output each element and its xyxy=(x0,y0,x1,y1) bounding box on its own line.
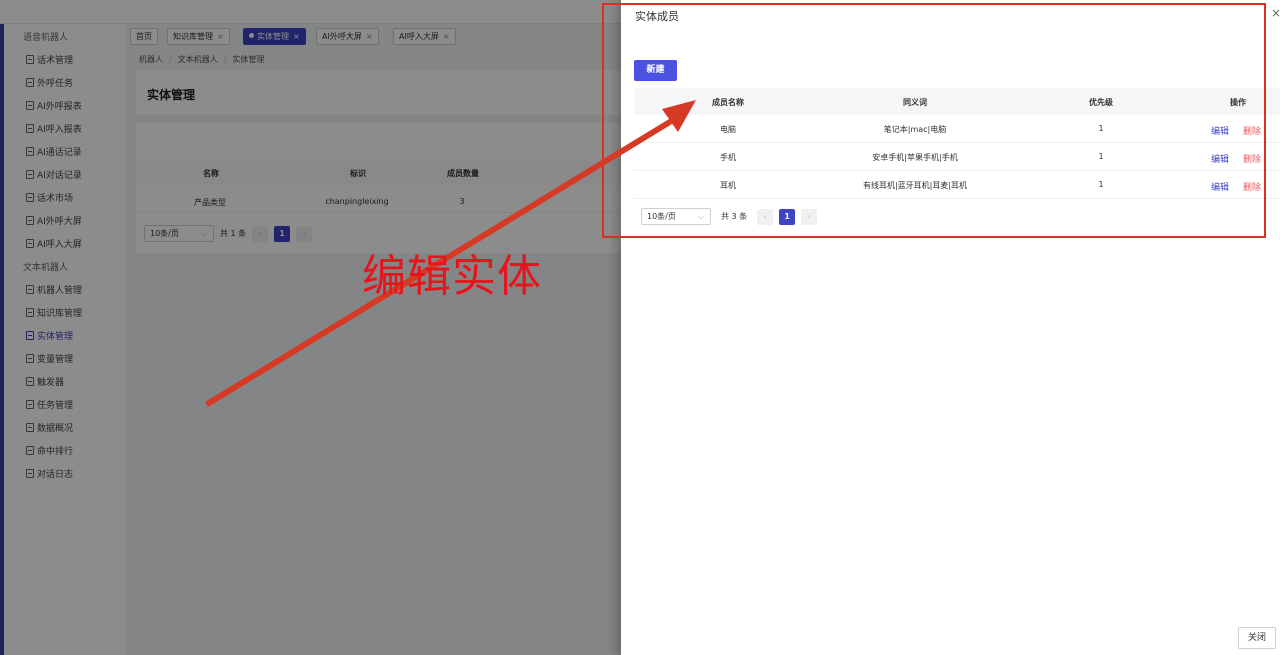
close-button[interactable]: 关闭 xyxy=(1238,627,1276,649)
delete-link[interactable]: 删除 xyxy=(1243,152,1261,165)
drawer-title: 实体成员 xyxy=(635,10,679,23)
edit-link[interactable]: 编辑 xyxy=(1211,152,1229,165)
table-row: 耳机 有线耳机|蓝牙耳机|耳麦|耳机 1 编辑 删除 xyxy=(634,171,1280,199)
cell-member-name: 手机 xyxy=(720,153,736,162)
column-header-actions: 操作 xyxy=(1230,98,1246,107)
close-icon[interactable]: × xyxy=(1271,6,1280,20)
column-header-priority: 优先级 xyxy=(1089,98,1113,107)
modal-overlay[interactable] xyxy=(0,0,621,655)
delete-link[interactable]: 删除 xyxy=(1243,124,1261,137)
table-row: 手机 安卓手机|苹果手机|手机 1 编辑 删除 xyxy=(634,143,1280,171)
page-size-select[interactable]: 10条/页 ⌵ xyxy=(641,208,711,225)
members-table-header: 成员名称 同义词 优先级 操作 xyxy=(634,88,1280,115)
cell-priority: 1 xyxy=(1098,152,1104,161)
total-count: 共 3 条 xyxy=(721,212,748,221)
edit-link[interactable]: 编辑 xyxy=(1211,124,1229,137)
column-header-synonyms: 同义词 xyxy=(903,98,927,107)
cell-synonyms: 笔记本|mac|电脑 xyxy=(883,125,947,134)
annotation-label: 编辑实体 xyxy=(362,251,542,302)
cell-synonyms: 安卓手机|苹果手机|手机 xyxy=(872,153,958,162)
cell-priority: 1 xyxy=(1098,180,1104,189)
new-member-button[interactable]: 新建 xyxy=(634,60,677,81)
delete-link[interactable]: 删除 xyxy=(1243,180,1261,193)
cell-synonyms: 有线耳机|蓝牙耳机|耳麦|耳机 xyxy=(862,181,968,190)
column-header-member-name: 成员名称 xyxy=(712,98,744,107)
page-number-button[interactable]: 1 xyxy=(779,208,796,225)
next-page-button[interactable]: › xyxy=(801,208,818,225)
chevron-down-icon: ⌵ xyxy=(697,212,704,221)
prev-page-button[interactable]: ‹ xyxy=(757,208,774,225)
cell-priority: 1 xyxy=(1098,124,1104,133)
entity-members-drawer: 实体成员 × 新建 成员名称 同义词 优先级 操作 电脑 笔记本|mac|电脑 … xyxy=(621,0,1280,655)
members-pagination: 10条/页 ⌵ 共 3 条 ‹ 1 › xyxy=(641,208,818,225)
cell-member-name: 耳机 xyxy=(720,181,736,190)
edit-link[interactable]: 编辑 xyxy=(1211,180,1229,193)
table-row: 电脑 笔记本|mac|电脑 1 编辑 删除 xyxy=(634,115,1280,143)
cell-member-name: 电脑 xyxy=(720,125,736,134)
